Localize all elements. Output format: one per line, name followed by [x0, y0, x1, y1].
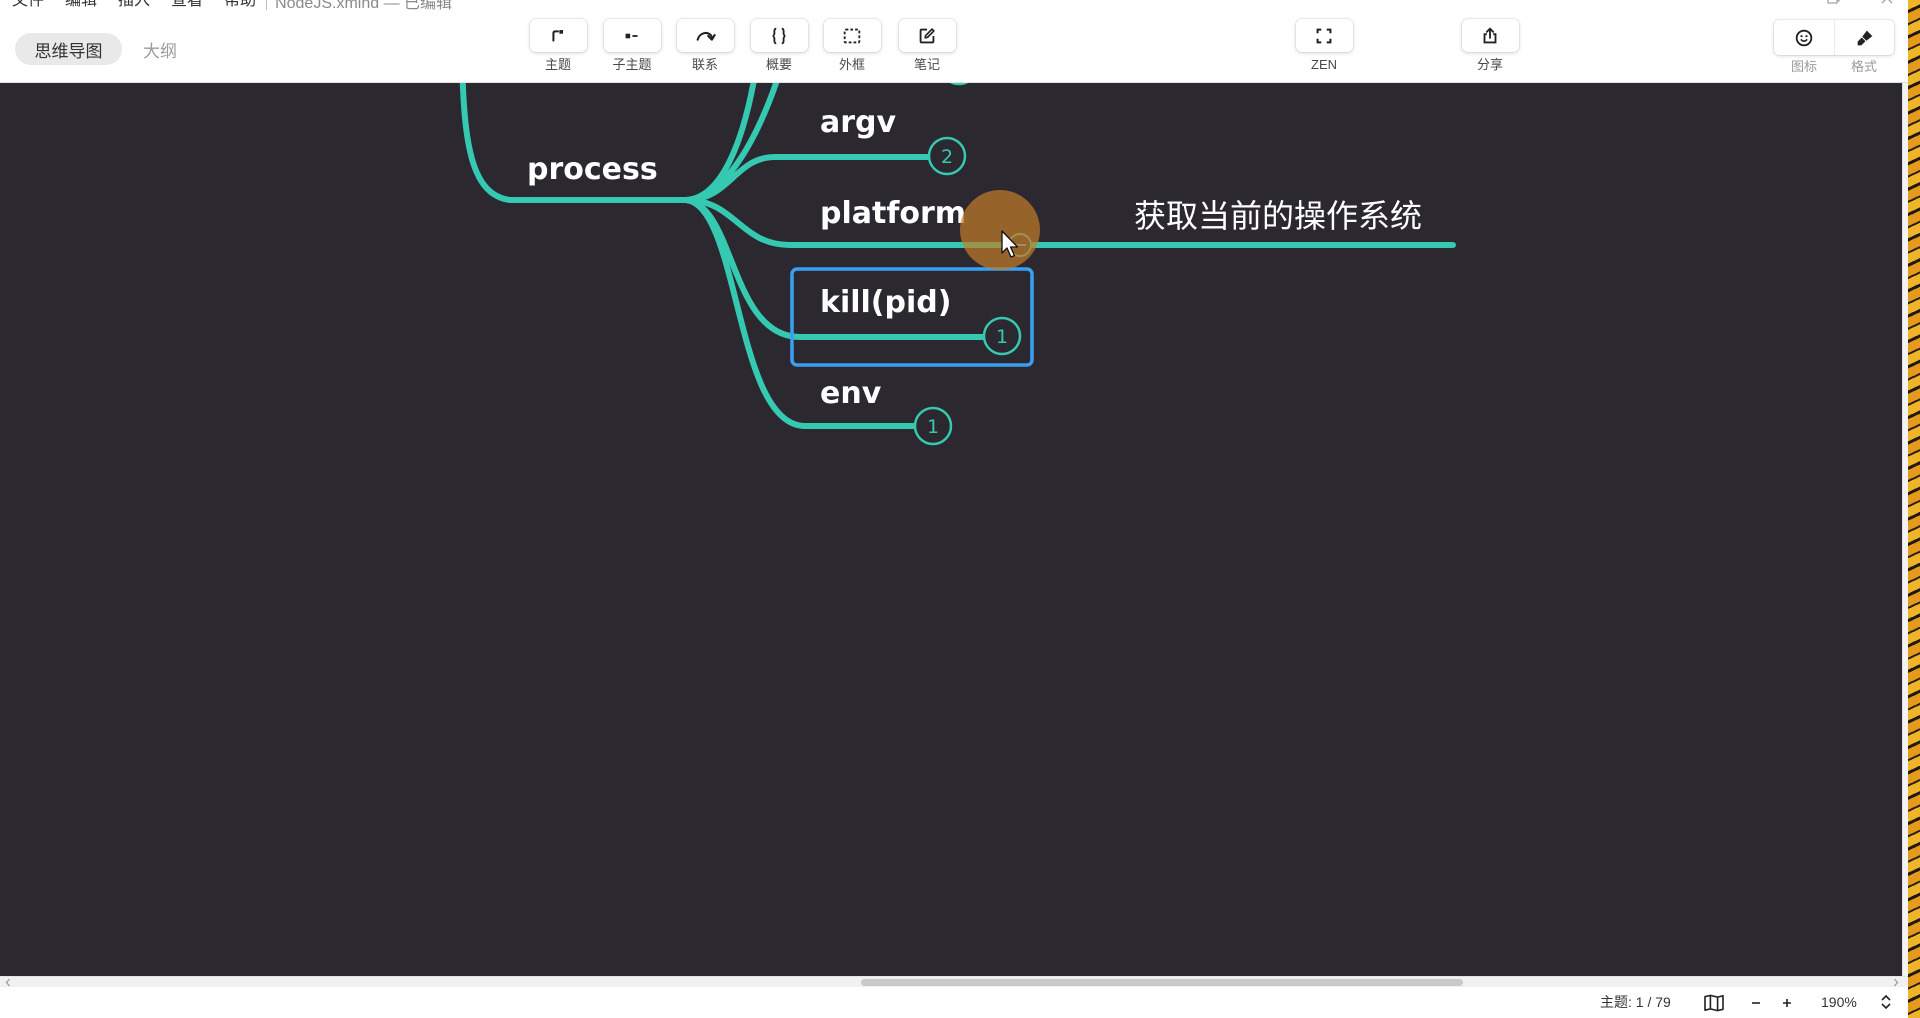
topic-process[interactable]: process [527, 152, 658, 187]
branch-line-hidden-child-2 [683, 83, 780, 203]
topic-icon [552, 29, 564, 42]
topic-tool: 主题 [518, 19, 598, 77]
menu-bar: 文件 编辑 插入 查看 帮助 NodeJS.xmind — 已编辑 [0, 0, 452, 12]
scroll-left-icon[interactable] [4, 978, 12, 987]
subtopic-kill[interactable]: kill(pid) [820, 285, 951, 320]
note-icon [919, 27, 935, 43]
menu-edit[interactable]: 编辑 [65, 0, 97, 12]
share-label: 分享 [1476, 57, 1503, 72]
toolbar: 文件 编辑 插入 查看 帮助 NodeJS.xmind — 已编辑 思维导图 大… [0, 0, 1908, 83]
note-label: 笔记 [913, 57, 940, 72]
tab-mind-map[interactable]: 思维导图 [15, 33, 122, 65]
hidden-child-badge[interactable] [941, 83, 977, 86]
topic-label: 主题 [544, 57, 571, 72]
menu-help[interactable]: 帮助 [224, 0, 256, 12]
relationship-tool: 联系 [665, 19, 745, 77]
zoom-level[interactable]: 190% [1821, 987, 1857, 1018]
subtopic-label: 子主题 [612, 57, 652, 72]
share-icon [1483, 26, 1497, 43]
desktop-wallpaper-edge [1908, 0, 1920, 1018]
share-tool: 分享 [1450, 19, 1530, 77]
subtopic-platform-child[interactable]: 获取当前的操作系统 [1134, 197, 1422, 235]
chevron-up-down-icon[interactable] [1878, 994, 1894, 1010]
horizontal-scrollbar[interactable] [0, 976, 1908, 987]
horizontal-scroll-thumb[interactable] [861, 979, 1463, 986]
subtopic-button[interactable] [603, 19, 661, 52]
boundary-tool: 外框 [812, 19, 892, 77]
status-bar: 主题: 1 / 79 190% [0, 987, 1908, 1018]
note-button[interactable] [898, 19, 956, 52]
topic-button[interactable] [529, 19, 587, 52]
format-panel-button[interactable] [1834, 20, 1894, 55]
scroll-right-icon[interactable] [1892, 978, 1900, 987]
mind-map-canvas[interactable]: process argv 2 platform 获取当前的操作系统 kill(p… [0, 83, 1902, 976]
tab-outline[interactable]: 大纲 [138, 33, 182, 65]
collapsed-badge-env[interactable]: 1 [913, 406, 953, 446]
menu-separator [266, 0, 268, 10]
boundary-label: 外框 [838, 57, 865, 72]
summary-label: 概要 [765, 57, 792, 72]
boundary-icon [843, 28, 861, 43]
menu-view[interactable]: 查看 [171, 0, 203, 12]
summary-button[interactable] [750, 19, 808, 52]
side-panel-switcher [1774, 20, 1894, 55]
menu-insert[interactable]: 插入 [118, 0, 150, 12]
share-button[interactable] [1461, 19, 1519, 52]
subtopic-icon [625, 33, 638, 38]
zen-label: ZEN [1311, 57, 1337, 72]
relationship-icon [696, 31, 716, 41]
topic-counter: 主题: 1 / 79 [1600, 994, 1671, 1010]
format-panel-label: 格式 [1850, 59, 1877, 74]
fullscreen-icon [1316, 28, 1332, 43]
summary-tool: 概要 [739, 19, 819, 77]
relationship-label: 联系 [691, 57, 718, 72]
document-title: NodeJS.xmind — 已编辑 [275, 0, 453, 12]
maximize-icon[interactable] [1825, 0, 1841, 6]
subtopic-env[interactable]: env [820, 376, 882, 411]
zen-button[interactable] [1295, 19, 1353, 52]
close-icon[interactable] [1879, 0, 1895, 6]
relationship-button[interactable] [676, 19, 734, 52]
brush-icon [1857, 30, 1872, 45]
boundary-button[interactable] [823, 19, 881, 52]
zen-tool: ZEN [1284, 19, 1364, 77]
zoom-in-icon[interactable] [1780, 996, 1794, 1010]
zoom-out-icon[interactable] [1749, 996, 1763, 1010]
collapsed-badge-kill[interactable]: 1 [982, 316, 1022, 356]
subtopic-argv[interactable]: argv [820, 105, 897, 140]
subtopic-platform[interactable]: platform [820, 196, 966, 231]
collapsed-count-env: 1 [927, 416, 939, 438]
note-tool: 笔记 [887, 19, 967, 77]
summary-icon [772, 27, 786, 44]
collapsed-count-kill: 1 [996, 326, 1008, 348]
icons-panel-label: 图标 [1790, 59, 1817, 74]
collapsed-count-argv: 2 [941, 146, 953, 168]
collapsed-badge-argv[interactable]: 2 [927, 136, 967, 176]
minimize-icon[interactable] [1764, 0, 1780, 6]
book-icon[interactable] [1703, 994, 1725, 1012]
icons-panel-button[interactable] [1774, 20, 1834, 55]
subtopic-tool: 子主题 [592, 19, 672, 77]
mind-map: process argv 2 platform 获取当前的操作系统 kill(p… [459, 83, 1456, 446]
menu-file[interactable]: 文件 [12, 0, 44, 12]
cursor-click-highlight [960, 190, 1040, 270]
smiley-icon [1795, 29, 1813, 46]
